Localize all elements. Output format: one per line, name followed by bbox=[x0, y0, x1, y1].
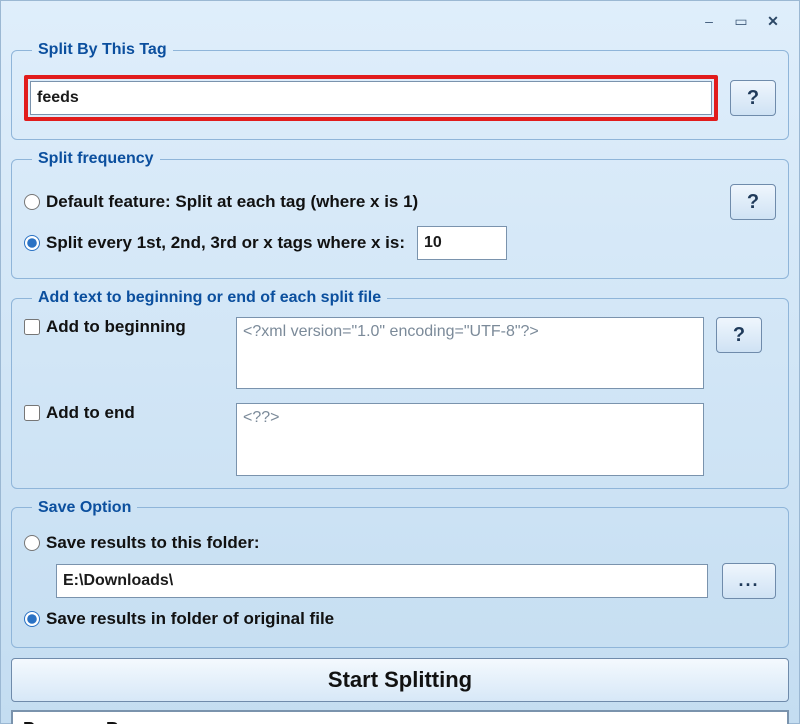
add-end-checkbox[interactable] bbox=[24, 405, 40, 421]
maximize-button[interactable]: ▭ bbox=[727, 12, 755, 30]
group-split-tag: Split By This Tag ? bbox=[11, 41, 789, 140]
progress-bar: Progress Bar bbox=[11, 710, 789, 724]
help-button-add-text[interactable]: ? bbox=[716, 317, 762, 353]
app-window: – ▭ ✕ Split By This Tag ? Split frequenc… bbox=[0, 0, 800, 724]
save-option-original-label: Save results in folder of original file bbox=[46, 609, 334, 629]
freq-option-default[interactable]: Default feature: Split at each tag (wher… bbox=[24, 192, 418, 212]
freq-radio-default[interactable] bbox=[24, 194, 40, 210]
tag-input-highlight bbox=[24, 75, 718, 121]
split-tag-input[interactable] bbox=[30, 81, 712, 115]
save-option-original[interactable]: Save results in folder of original file bbox=[24, 609, 334, 629]
save-folder-input[interactable] bbox=[56, 564, 708, 598]
help-button-frequency[interactable]: ? bbox=[730, 184, 776, 220]
help-button-split-tag[interactable]: ? bbox=[730, 80, 776, 116]
titlebar: – ▭ ✕ bbox=[7, 7, 793, 35]
start-splitting-button[interactable]: Start Splitting bbox=[11, 658, 789, 702]
add-begin-label: Add to beginning bbox=[46, 317, 186, 337]
browse-button[interactable]: ... bbox=[722, 563, 776, 599]
freq-option-default-label: Default feature: Split at each tag (wher… bbox=[46, 192, 418, 212]
save-radio-folder[interactable] bbox=[24, 535, 40, 551]
group-save-option-legend: Save Option bbox=[32, 499, 137, 517]
save-option-folder[interactable]: Save results to this folder: bbox=[24, 533, 260, 553]
add-begin-option[interactable]: Add to beginning bbox=[24, 317, 224, 337]
add-end-label: Add to end bbox=[46, 403, 135, 423]
save-radio-original[interactable] bbox=[24, 611, 40, 627]
add-end-textarea[interactable] bbox=[236, 403, 704, 475]
freq-option-every-label: Split every 1st, 2nd, 3rd or x tags wher… bbox=[46, 233, 405, 253]
group-save-option: Save Option Save results to this folder:… bbox=[11, 499, 789, 648]
save-option-folder-label: Save results to this folder: bbox=[46, 533, 260, 553]
freq-radio-every[interactable] bbox=[24, 235, 40, 251]
group-split-tag-legend: Split By This Tag bbox=[32, 41, 173, 59]
add-begin-checkbox[interactable] bbox=[24, 319, 40, 335]
progress-bar-label: Progress Bar bbox=[23, 719, 136, 724]
add-begin-textarea[interactable] bbox=[236, 317, 704, 389]
close-button[interactable]: ✕ bbox=[759, 12, 787, 30]
minimize-button[interactable]: – bbox=[695, 12, 723, 30]
freq-x-input[interactable] bbox=[417, 226, 507, 260]
group-add-text-legend: Add text to beginning or end of each spl… bbox=[32, 289, 387, 307]
group-add-text: Add text to beginning or end of each spl… bbox=[11, 289, 789, 489]
freq-option-every[interactable]: Split every 1st, 2nd, 3rd or x tags wher… bbox=[24, 233, 405, 253]
group-split-frequency-legend: Split frequency bbox=[32, 150, 160, 168]
add-end-option[interactable]: Add to end bbox=[24, 403, 224, 423]
group-split-frequency: Split frequency Default feature: Split a… bbox=[11, 150, 789, 279]
